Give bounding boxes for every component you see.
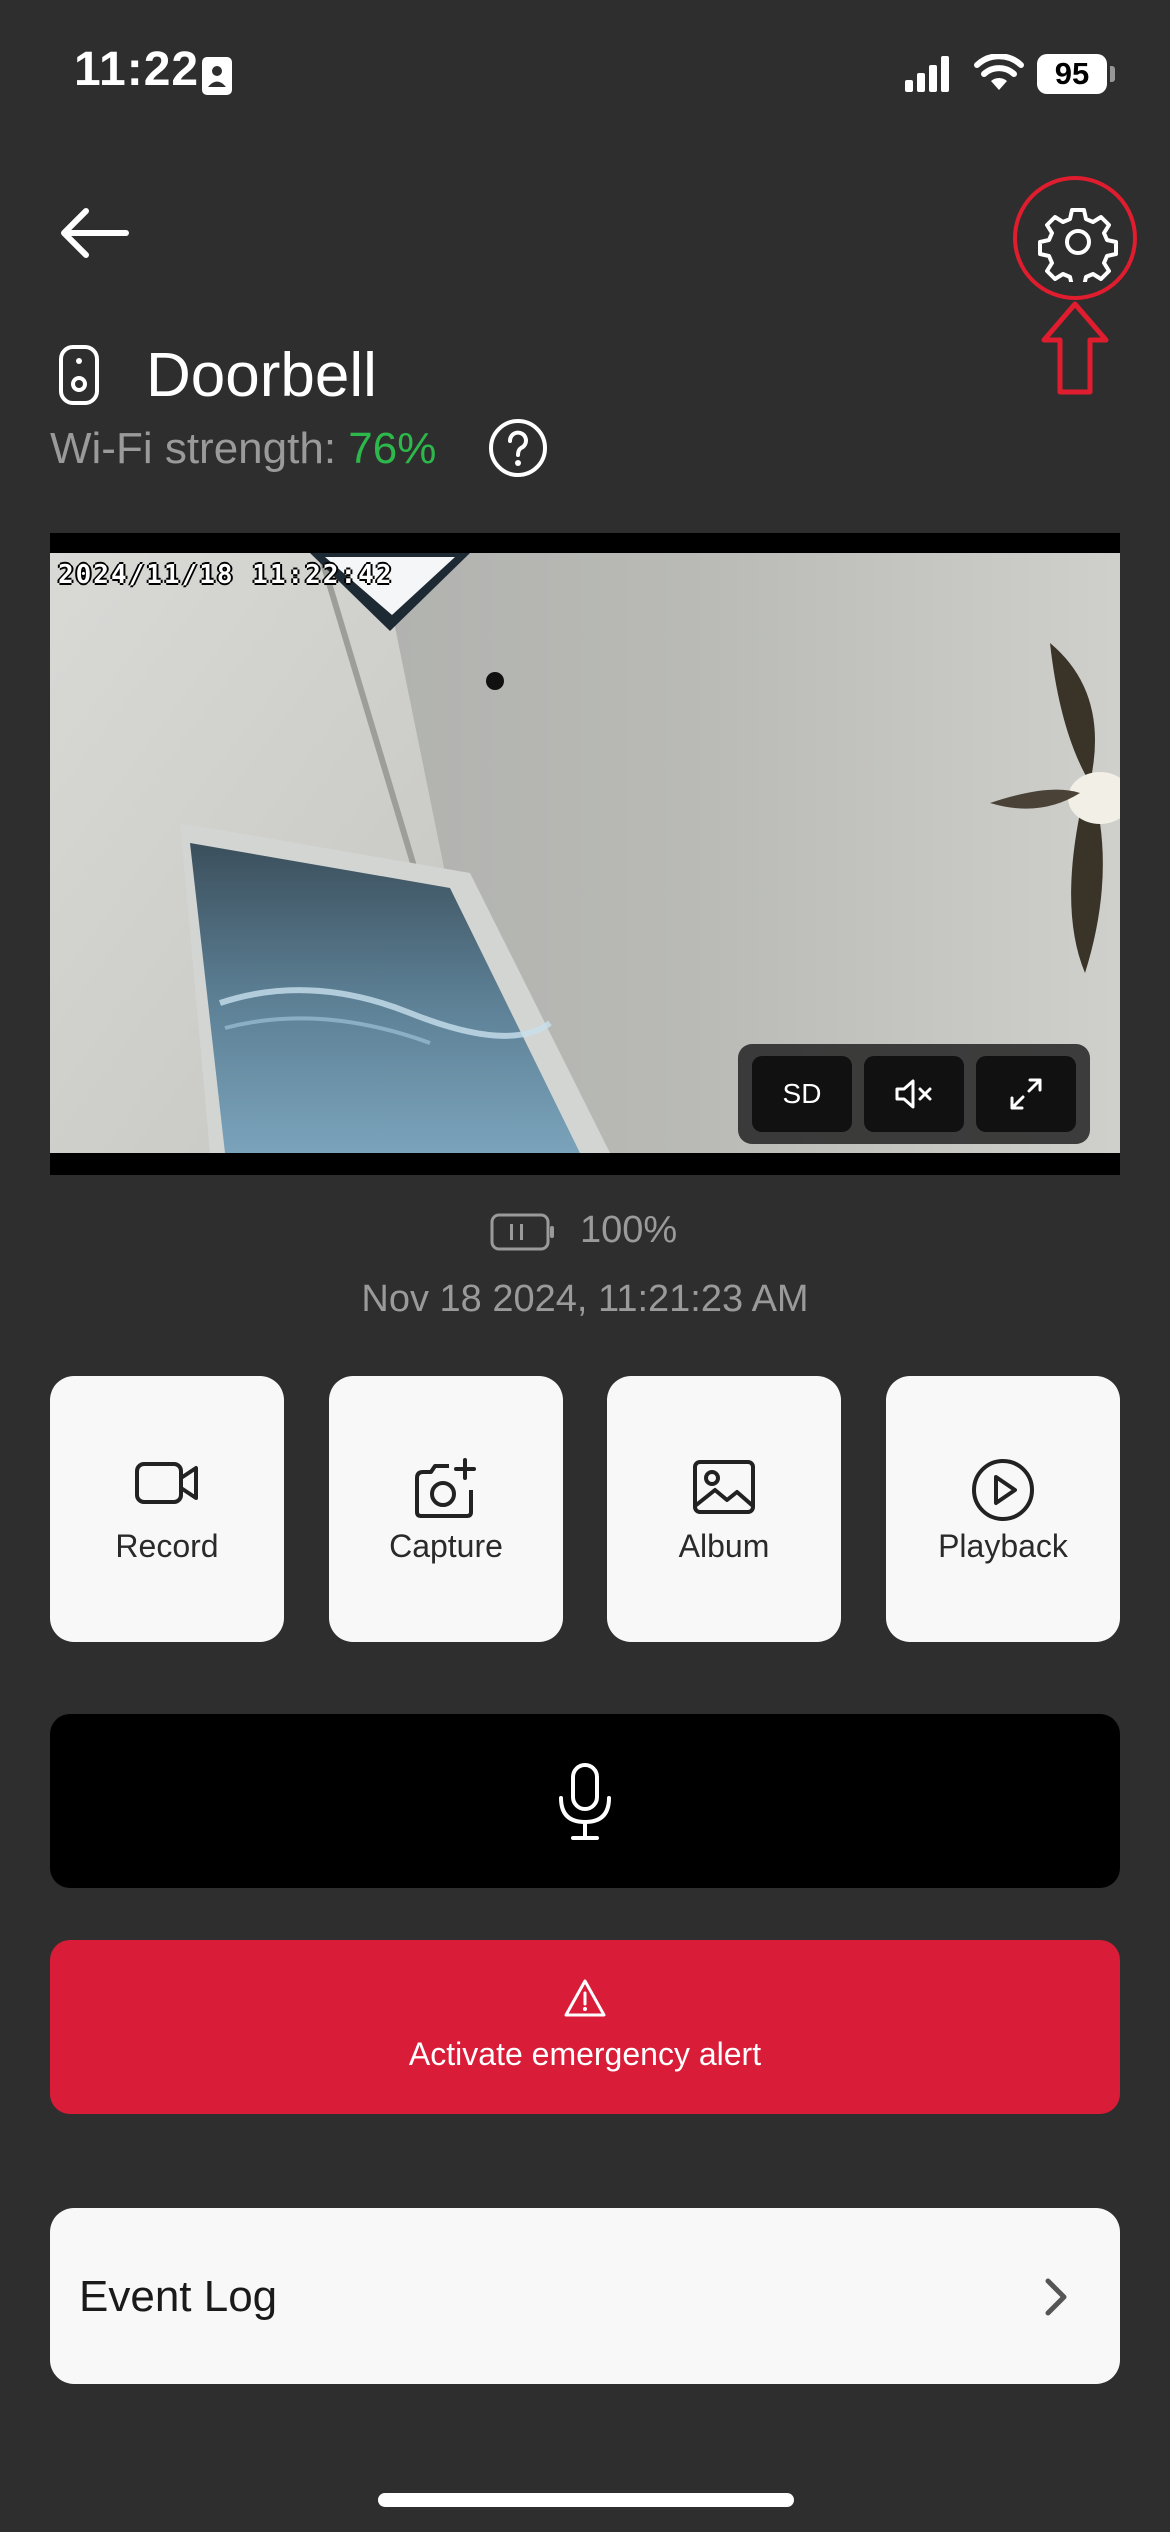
quality-toggle-button[interactable]: SD [752, 1056, 852, 1132]
emergency-alert-label: Activate emergency alert [408, 2036, 762, 2072]
arrow-left-icon[interactable] [58, 205, 130, 261]
quality-label: SD [782, 1078, 822, 1109]
playback-label: Playback [938, 1528, 1068, 1564]
device-battery-value: 100% [580, 1209, 678, 1251]
battery-level: 95 [1037, 54, 1107, 94]
last-updated-time: Nov 18 2024, 11:21:23 AM [361, 1278, 809, 1320]
record-button[interactable]: Record [50, 1376, 284, 1642]
question-circle-icon[interactable] [488, 418, 548, 478]
page-title: Doorbell [146, 341, 377, 410]
mute-button[interactable] [864, 1056, 964, 1132]
playback-button[interactable]: Playback [886, 1376, 1120, 1642]
album-label: Album [678, 1528, 770, 1564]
video-camera-icon [135, 1462, 198, 1504]
cellular-signal-icon [905, 56, 949, 92]
wifi-strength-value: 76% [348, 424, 437, 473]
fullscreen-button[interactable] [976, 1056, 1076, 1132]
image-icon [693, 1460, 755, 1514]
device-battery-icon [490, 1213, 554, 1251]
emergency-alert-button[interactable] [50, 1940, 1120, 2114]
capture-button[interactable]: Capture [329, 1376, 563, 1642]
status-time: 11:22 [74, 43, 200, 96]
arrow-up-annotation-icon [1041, 301, 1109, 395]
camera-plus-icon [415, 1458, 476, 1518]
play-circle-icon [972, 1459, 1034, 1521]
home-indicator[interactable] [378, 2493, 794, 2507]
settings-highlight-circle [1013, 176, 1137, 300]
feed-controls: SD [738, 1044, 1090, 1144]
record-label: Record [115, 1528, 219, 1564]
battery-nub [1110, 66, 1115, 82]
contact-card-icon [202, 57, 232, 95]
feed-timestamp: 2024/11/18 11:22:42 [58, 560, 394, 590]
chevron-right-icon [1045, 2278, 1067, 2316]
wifi-strength-label: Wi-Fi strength: [50, 424, 337, 473]
doorbell-icon [59, 345, 99, 405]
microphone-icon [559, 1763, 611, 1840]
capture-label: Capture [389, 1528, 503, 1564]
expand-icon [1010, 1078, 1042, 1110]
album-button[interactable]: Album [607, 1376, 841, 1642]
wifi-icon [974, 54, 1024, 90]
speaker-muted-icon [895, 1079, 932, 1109]
warning-triangle-icon [564, 1979, 606, 2017]
wifi-strength: Wi-Fi strength: 76% [50, 424, 436, 474]
event-log-label: Event Log [79, 2272, 278, 2321]
